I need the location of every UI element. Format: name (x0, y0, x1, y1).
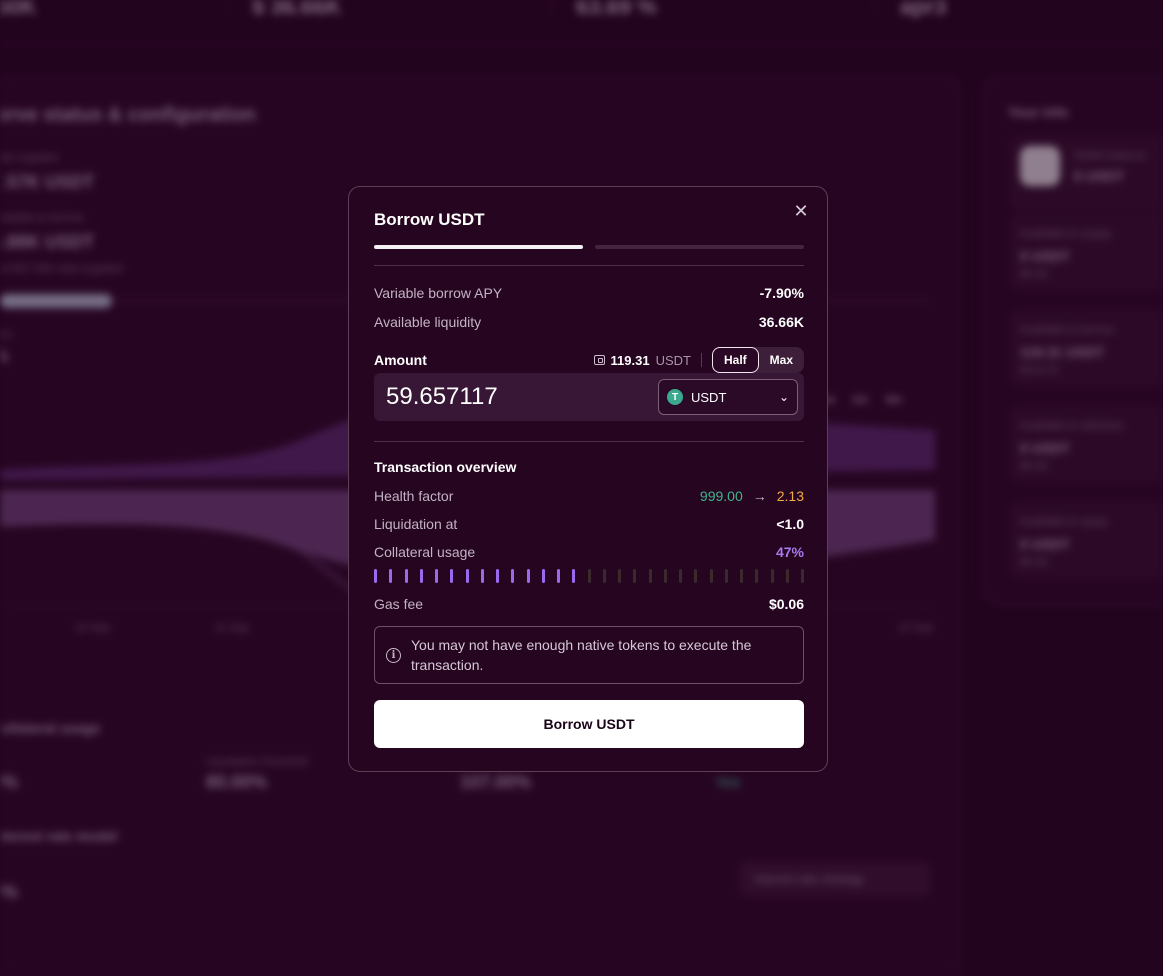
balance-value: 119.31 (610, 352, 650, 368)
half-button[interactable]: Half (711, 347, 759, 373)
divider (374, 265, 804, 266)
gas-fee-value: $0.06 (768, 596, 804, 612)
meter-tick (663, 569, 667, 583)
wallet-avatar (1020, 146, 1060, 186)
collateral-usage-row: Collateral usage 47% (374, 542, 804, 562)
wallet-icon (593, 355, 605, 365)
meter-tick (511, 569, 515, 583)
liquidation-row: Liquidation at <1.0 (374, 514, 804, 534)
amount-header: Amount 119.31 USDT Half Max (374, 347, 804, 373)
separator (700, 353, 702, 367)
liquidation-label: Liquidation at (374, 516, 458, 532)
health-factor-to: 2.13 (776, 488, 804, 504)
step-2-indicator (595, 245, 804, 249)
native-token-warning: i You may not have enough native tokens … (374, 626, 804, 684)
liquidity-row: Available liquidity 36.66K (374, 312, 804, 332)
meter-tick (419, 569, 423, 583)
meter-tick (648, 569, 652, 583)
borrow-modal: Borrow USDT ✕ Variable borrow APY -7.90%… (348, 186, 828, 772)
step-progress (374, 245, 804, 249)
token-select[interactable]: T USDT ⌄ (658, 379, 798, 415)
meter-tick (557, 569, 560, 583)
meter-tick (389, 569, 393, 583)
liquidation-value: <1.0 (776, 516, 804, 532)
meter-tick (587, 569, 591, 583)
chevron-down-icon: ⌄ (778, 390, 789, 404)
balance-group: 119.31 USDT Half Max (593, 347, 804, 373)
collateral-usage-value: 47% (775, 544, 804, 560)
collateral-usage-meter (374, 569, 804, 583)
amount-preset-group: Half Max (711, 347, 804, 373)
health-factor-from: 999.00 (699, 488, 743, 504)
collateral-usage-label: Collateral usage (374, 544, 476, 560)
variable-apy-value: -7.90% (759, 285, 804, 301)
health-factor-row: Health factor 999.00 → 2.13 (374, 486, 804, 506)
meter-tick (785, 569, 789, 583)
meter-tick (572, 569, 576, 583)
interest-rate-strategy-button[interactable]: Interest rate strategy (740, 862, 930, 896)
tether-icon: T (667, 389, 683, 405)
meter-tick (694, 569, 698, 583)
gas-fee-row: Gas fee $0.06 (374, 594, 804, 614)
warning-text: You may not have enough native tokens to… (411, 637, 752, 673)
arrow-right-icon: → (752, 488, 767, 504)
borrow-button[interactable]: Borrow USDT (374, 700, 804, 748)
divider (374, 441, 804, 442)
modal-title: Borrow USDT (374, 210, 485, 229)
meter-tick (465, 569, 469, 583)
meter-tick (618, 569, 621, 583)
meter-tick (404, 569, 408, 583)
amount-field-container: T USDT ⌄ (374, 373, 804, 421)
meter-tick (633, 569, 637, 583)
info-icon: i (386, 647, 401, 663)
meter-tick (740, 569, 743, 583)
health-factor-label: Health factor (374, 488, 454, 504)
meter-tick (602, 569, 606, 583)
close-icon[interactable]: ✕ (793, 202, 809, 220)
meter-tick (496, 569, 499, 583)
step-1-indicator (374, 245, 583, 249)
meter-tick (526, 569, 530, 583)
overview-title: Transaction overview (374, 459, 517, 475)
balance-unit: USDT (655, 352, 691, 368)
meter-tick (755, 569, 759, 583)
meter-tick (435, 569, 438, 583)
variable-apy-label: Variable borrow APY (374, 285, 503, 301)
max-button[interactable]: Max (759, 347, 804, 373)
gas-fee-label: Gas fee (374, 596, 424, 612)
health-factor-change: 999.00 → 2.13 (700, 488, 804, 504)
amount-input[interactable] (386, 381, 646, 413)
amount-label: Amount (374, 352, 427, 368)
meter-tick (724, 569, 728, 583)
meter-tick (374, 569, 377, 583)
liquidity-value: 36.66K (758, 314, 804, 330)
meter-tick (801, 569, 804, 583)
meter-tick (679, 569, 682, 583)
variable-apy-row: Variable borrow APY -7.90% (374, 283, 804, 303)
meter-tick (450, 569, 454, 583)
liquidity-label: Available liquidity (374, 314, 482, 330)
meter-tick (770, 569, 774, 583)
meter-tick (709, 569, 713, 583)
meter-tick (480, 569, 484, 583)
your-info-title: Your info (1008, 104, 1069, 120)
token-symbol: USDT (691, 389, 727, 405)
meter-tick (541, 569, 545, 583)
